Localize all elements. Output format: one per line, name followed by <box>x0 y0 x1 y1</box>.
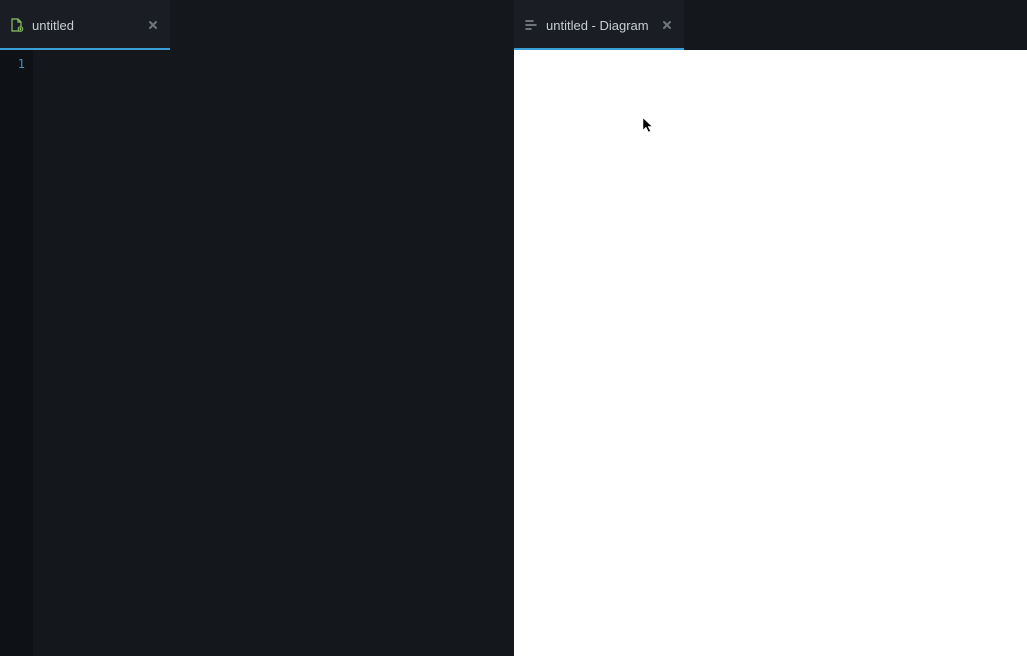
diagram-pane: untitled - Diagram <box>514 0 1027 656</box>
editor-pane: untitled 1 <box>0 0 514 656</box>
tab-untitled[interactable]: untitled <box>0 0 170 50</box>
left-tab-bar: untitled <box>0 0 514 50</box>
editor-text-area[interactable] <box>33 50 514 656</box>
right-tab-bar: untitled - Diagram <box>514 0 1027 50</box>
tab-diagram[interactable]: untitled - Diagram <box>514 0 684 50</box>
close-icon[interactable] <box>146 18 160 32</box>
diagram-icon <box>524 18 538 32</box>
line-gutter: 1 <box>0 50 33 656</box>
tab-label: untitled <box>32 18 138 33</box>
line-number: 1 <box>0 55 25 73</box>
diagram-canvas[interactable] <box>514 50 1027 656</box>
tab-label: untitled - Diagram <box>546 18 652 33</box>
close-icon[interactable] <box>660 18 674 32</box>
editor-body: 1 <box>0 50 514 656</box>
file-new-icon <box>10 18 24 32</box>
